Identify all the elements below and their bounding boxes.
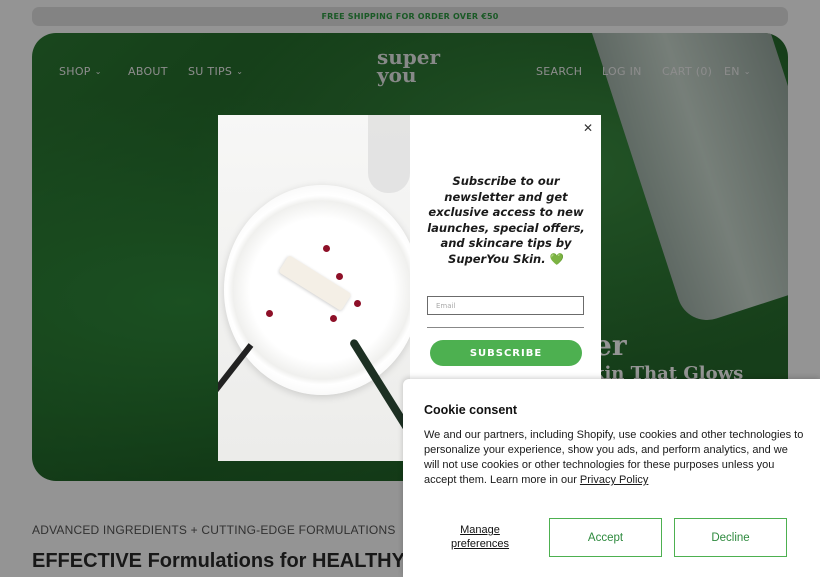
berry [354,300,361,307]
berry [266,310,273,317]
manage-preferences-link[interactable]: Manage preferences [439,523,521,551]
cookie-title: Cookie consent [424,403,518,417]
popup-product-image [218,115,410,461]
green-heart-icon: 💚 [549,251,564,266]
divider [427,327,584,328]
berry [323,245,330,252]
close-icon[interactable]: ✕ [581,121,595,135]
subscribe-button[interactable]: SUBSCRIBE [430,340,582,366]
wine-glass-image [368,115,410,193]
privacy-policy-link[interactable]: Privacy Policy [580,474,648,486]
accept-button[interactable]: Accept [549,518,662,557]
cookie-consent-banner: Cookie consent We and our partners, incl… [403,379,820,577]
cookie-text-block: We and our partners, including Shopify, … [424,428,804,488]
berry [330,315,337,322]
decline-button[interactable]: Decline [674,518,787,557]
popup-message: Subscribe to our newsletter and get excl… [426,174,586,267]
email-input[interactable] [427,296,584,315]
berry [336,273,343,280]
